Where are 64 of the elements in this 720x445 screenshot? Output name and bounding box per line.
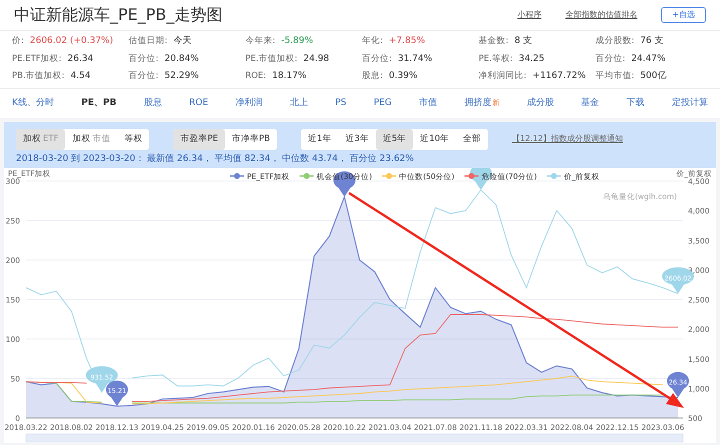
notice-link[interactable]: 【12.12】指数成分股调整通知 [512,133,623,146]
stat-value: 18.17% [272,70,306,83]
legend-icon [300,173,314,180]
stat-label: 年化: [362,35,383,48]
nav-tab[interactable]: ROE [189,96,208,110]
range-slider[interactable] [26,434,684,443]
stat-value: 76 支 [640,35,664,48]
stat-value: 8 支 [514,35,532,48]
stat-label: 价: [12,35,24,48]
stat-label: PB.市值加权: [12,70,65,83]
nav-tab[interactable]: PEG [374,96,392,110]
nav-tab[interactable]: PS [335,96,346,110]
nav-tab[interactable]: 北上 [290,96,308,110]
stat-label: 成分股数: [595,35,634,48]
legend-icon [464,173,478,180]
page-title: 中证新能源车_PE_PB_走势图 [14,4,222,26]
stat-label: 净利润同比: [478,70,527,83]
stat-label: ROE: [245,70,266,83]
filter-button[interactable]: 市盈率PE [173,129,225,150]
stat-label: 百分位: [362,52,392,66]
stat-value: 24.98 [303,52,330,66]
header-link[interactable]: 全部指数的估值排名 [565,9,638,21]
stat-value: 52.29% [164,70,199,83]
stat-value: 0.39% [388,70,418,83]
summary-text: 2018-03-20 到 2023-03-20： 最新值 26.34， 平均值 82.34， 中位数 43.74， 百分位 23.62% [16,152,415,166]
stat-value: +1167.72% [532,70,586,83]
stat-label: 今年来: [245,35,276,48]
stat-label: 百分位: [128,52,159,66]
nav-tab[interactable]: 市值 [419,96,438,110]
legend-icon [382,173,396,180]
legend-icon [230,173,244,180]
nav-tab[interactable]: 基金 [581,96,600,110]
stat-value: 31.74% [398,52,432,66]
stat-value: 24.47% [631,52,666,66]
stat-value: 4.54 [70,70,91,83]
stat-label: PE.市值加权: [245,52,298,66]
stat-label: 股息: [362,70,383,83]
header-link[interactable]: 小程序 [517,9,542,21]
follow-button[interactable]: +自选 [661,7,706,23]
nav-tab[interactable]: 下载 [626,96,644,110]
nav-tab[interactable]: 净利润 [236,96,263,110]
stat-value: 今天 [174,35,192,48]
nav-tab[interactable]: K线、分时 [12,96,54,110]
stat-label: 基金数: [478,35,509,48]
stat-value: -5.89% [281,35,314,48]
nav-tab[interactable]: 成分股 [526,96,554,110]
stat-value: +7.85% [388,35,425,48]
stat-value: 500亿 [640,70,666,83]
filter-button[interactable]: 近5年 [376,129,414,150]
stat-label: 百分位: [128,70,159,83]
stat-value: 2606.02 (+0.37%) [30,35,114,48]
stat-value: 20.84% [164,52,199,66]
stat-label: 平均市值: [595,70,634,83]
stat-label: PE.等权: [478,52,513,66]
stat-label: 估值日期: [128,35,168,48]
stat-value: 34.25 [518,52,544,66]
stat-label: PE.ETF加权: [12,52,62,66]
filter-button[interactable]: 加权 ETF [16,129,66,150]
stat-value: 26.34 [68,52,94,66]
nav-tab[interactable]: 股息 [144,96,162,110]
legend-icon [546,173,561,180]
nav-tab[interactable]: 定投计算 [672,96,708,110]
stat-label: 百分位: [595,52,626,66]
nav-tab[interactable]: PE、PB [81,96,116,110]
